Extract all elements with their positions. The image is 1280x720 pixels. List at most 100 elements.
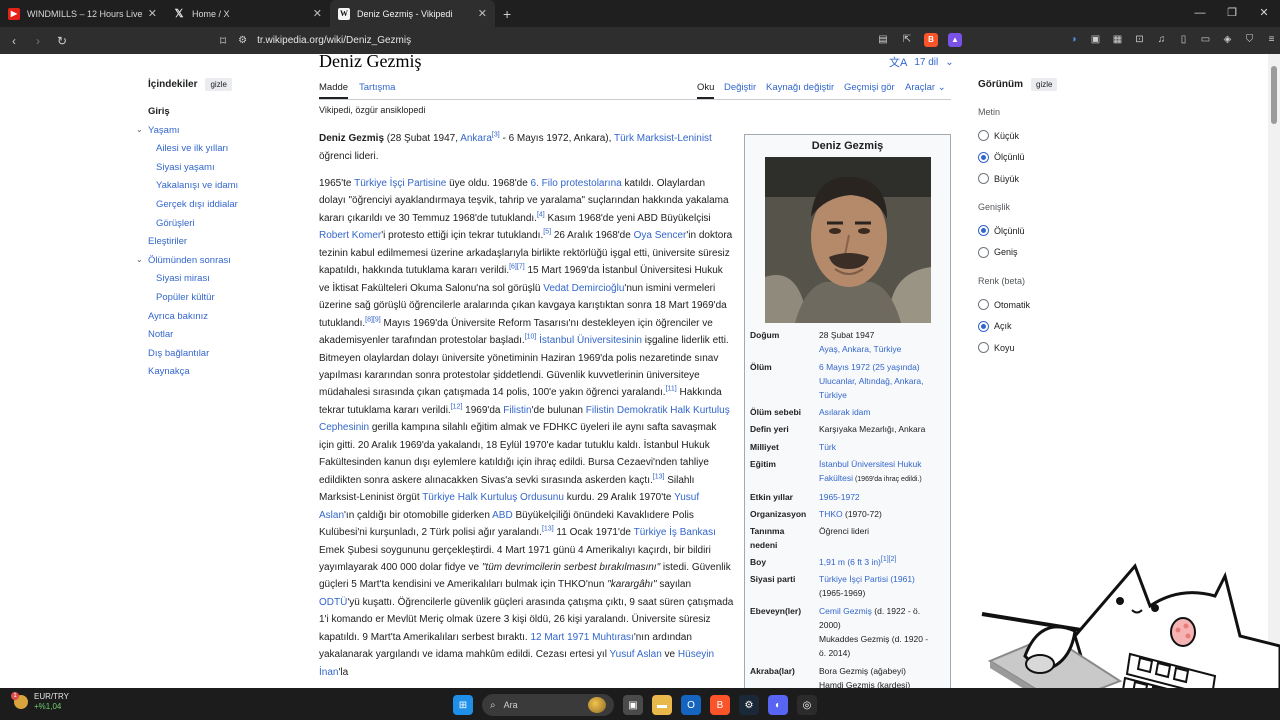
appearance-radio[interactable]: Ölçünlü: [978, 151, 1025, 163]
taskbar-search[interactable]: ⌕ Ara: [482, 694, 614, 716]
forward-icon[interactable]: ›: [28, 34, 48, 48]
stock-widget[interactable]: 1 EUR/TRY +%1,04: [11, 692, 69, 712]
radio-icon[interactable]: [978, 246, 989, 258]
reference-link[interactable]: [1][2]: [881, 556, 897, 563]
brave-browser-icon[interactable]: B: [710, 695, 730, 715]
tab-tools[interactable]: Araçlar ⌄: [905, 82, 946, 93]
language-button[interactable]: 文A 17 dil ⌄: [889, 54, 954, 70]
toc-item[interactable]: Popüler kültür: [156, 292, 215, 303]
tab-edit-source[interactable]: Kaynağı değiştir: [766, 82, 834, 93]
brave-rewards-icon[interactable]: ▲: [948, 33, 962, 47]
screenshot-icon[interactable]: ⊡: [1132, 33, 1147, 47]
appearance-radio[interactable]: Küçük: [978, 130, 1019, 141]
toc-item[interactable]: Siyasi yaşamı: [156, 162, 215, 173]
site-info-icon[interactable]: ⚙: [238, 35, 247, 46]
task-view-icon[interactable]: ▣: [623, 695, 643, 715]
radio-icon[interactable]: [978, 225, 989, 236]
toc-item[interactable]: Görüşleri: [156, 218, 195, 229]
chevron-down-icon[interactable]: ⌄: [136, 255, 143, 264]
infobox-link[interactable]: Türkiye İşçi Partisi (1961): [819, 574, 915, 584]
radio-icon[interactable]: [978, 173, 989, 184]
menu-icon[interactable]: ≡: [1264, 33, 1279, 47]
radio-icon[interactable]: [978, 299, 989, 310]
scrollbar-thumb[interactable]: [1271, 66, 1277, 124]
extension-icon[interactable]: ▦: [1110, 33, 1125, 47]
toc-item[interactable]: Kaynakça: [148, 366, 190, 377]
app-icon[interactable]: ◎: [797, 695, 817, 715]
maximize-icon[interactable]: ❐: [1216, 0, 1248, 27]
toc-item[interactable]: Gerçek dışı iddialar: [156, 199, 238, 210]
toc-item[interactable]: Yaşamı: [148, 125, 180, 136]
tab-edit[interactable]: Değiştir: [724, 82, 756, 93]
minimize-icon[interactable]: —: [1184, 0, 1216, 27]
toc-item[interactable]: Dış bağlantılar: [148, 348, 209, 359]
toc-item[interactable]: Ayrıca bakınız: [148, 311, 208, 322]
radio-icon[interactable]: [978, 130, 989, 141]
infobox-link[interactable]: İstanbul Üniversitesi Hukuk: [819, 459, 922, 469]
new-tab-icon[interactable]: +: [503, 6, 511, 22]
tab-wikipedia[interactable]: W Deniz Gezmiş - Vikipedi ✕: [330, 0, 495, 27]
brave-shields-icon[interactable]: B: [924, 33, 938, 47]
wallet-icon[interactable]: ▭: [1198, 33, 1213, 47]
infobox-link[interactable]: THKO: [819, 509, 843, 519]
share-icon[interactable]: ⇱: [900, 33, 914, 47]
reader-mode-icon[interactable]: ▤: [876, 33, 890, 47]
infobox-link[interactable]: Türkiye: [819, 390, 847, 400]
infobox-link[interactable]: 1965-1972: [819, 492, 860, 502]
url-text[interactable]: tr.wikipedia.org/wiki/Deniz_Gezmiş: [257, 35, 411, 46]
radio-icon[interactable]: [978, 320, 989, 332]
infobox-link[interactable]: Ulucanlar, Altındağ, Ankara,: [819, 376, 923, 386]
file-explorer-icon[interactable]: ▬: [652, 695, 672, 715]
bookmark-icon[interactable]: ⌑: [220, 34, 226, 48]
radio-icon[interactable]: [978, 151, 989, 163]
close-icon[interactable]: ✕: [478, 7, 487, 20]
shield-icon[interactable]: ⛉: [1242, 33, 1257, 47]
infobox-link[interactable]: Türk: [819, 442, 836, 452]
sidebar-icon[interactable]: ▯: [1176, 33, 1191, 47]
toc-item[interactable]: Eleştiriler: [148, 236, 187, 247]
toc-item[interactable]: Giriş: [148, 106, 170, 117]
toc-item[interactable]: Siyasi mirası: [156, 273, 210, 284]
outlook-icon[interactable]: O: [681, 695, 701, 715]
infobox-link[interactable]: Fakültesi: [819, 473, 853, 483]
translate-icon[interactable]: ◑: [1066, 33, 1081, 47]
appearance-radio[interactable]: Koyu: [978, 342, 1015, 353]
tab-youtube[interactable]: ▶ WINDMILLS – 12 Hours Live Wallpap ✕: [0, 0, 165, 27]
tab-talk[interactable]: Tartışma: [359, 82, 395, 93]
close-window-icon[interactable]: ✕: [1248, 0, 1280, 27]
close-icon[interactable]: ✕: [313, 7, 322, 20]
address-bar[interactable]: ⌑ ⚙ tr.wikipedia.org/wiki/Deniz_Gezmiş: [220, 30, 960, 51]
toc-hide-button[interactable]: gizle: [205, 78, 232, 91]
appearance-panel: Görünüm gizle: [978, 78, 1158, 91]
close-icon[interactable]: ✕: [148, 7, 157, 20]
discord-icon[interactable]: ◐: [768, 695, 788, 715]
infobox-link[interactable]: Cemil Gezmiş: [819, 606, 872, 616]
appearance-hide-button[interactable]: gizle: [1031, 78, 1058, 91]
appearance-radio[interactable]: Geniş: [978, 246, 1018, 258]
infobox-link[interactable]: 6 Mayıs 1972 (25 yaşında): [819, 362, 920, 372]
toc-item[interactable]: Yakalanışı ve idamı: [156, 180, 238, 191]
toc-item[interactable]: Notlar: [148, 329, 173, 340]
steam-icon[interactable]: ⚙: [739, 695, 759, 715]
vpn-icon[interactable]: ◈: [1220, 33, 1235, 47]
tab-article[interactable]: Madde: [319, 82, 349, 99]
reload-icon[interactable]: ↻: [52, 34, 72, 48]
tab-history[interactable]: Geçmişi gör: [844, 82, 895, 93]
windows-start-icon[interactable]: ⊞: [453, 695, 473, 715]
appearance-radio[interactable]: Ölçünlü: [978, 225, 1025, 236]
appearance-radio[interactable]: Açık: [978, 320, 1012, 332]
media-icon[interactable]: ♫: [1154, 33, 1169, 47]
toc-item[interactable]: Ailesi ve ilk yılları: [156, 143, 228, 154]
back-icon[interactable]: ‹: [4, 34, 24, 48]
infobox-link[interactable]: 1,91 m (6 ft 3 in): [819, 557, 881, 567]
toc-item[interactable]: Ölümünden sonrası: [148, 255, 231, 266]
appearance-radio[interactable]: Büyük: [978, 173, 1019, 184]
appearance-radio[interactable]: Otomatik: [978, 299, 1030, 310]
extension-icon[interactable]: ▣: [1088, 33, 1103, 47]
tab-x[interactable]: 𝕏 Home / X ✕: [165, 0, 330, 27]
chevron-down-icon[interactable]: ⌄: [136, 125, 143, 134]
radio-icon[interactable]: [978, 342, 989, 353]
tab-read[interactable]: Oku: [697, 82, 715, 99]
infobox-link[interactable]: Asılarak idam: [819, 407, 871, 417]
infobox-link[interactable]: Ayaş, Ankara, Türkiye: [819, 344, 901, 354]
